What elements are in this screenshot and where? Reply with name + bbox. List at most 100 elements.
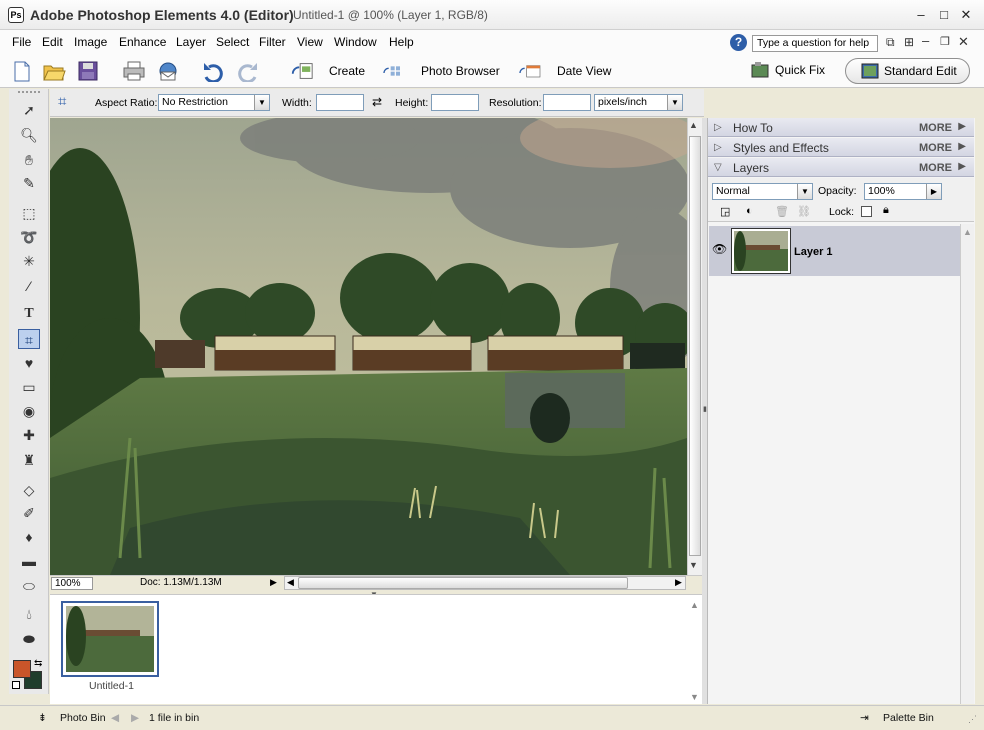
menu-file[interactable]: File [12, 35, 31, 49]
default-colors-icon[interactable] [12, 681, 20, 689]
help-icon[interactable]: ? [730, 34, 747, 51]
menu-layer[interactable]: Layer [176, 35, 206, 49]
opacity-field[interactable]: 100% ▶ [864, 183, 942, 200]
scroll-up-icon[interactable]: ▲ [689, 120, 698, 130]
next-photo-icon[interactable]: ▶ [131, 712, 139, 724]
crop-tool-icon[interactable]: ⌗ [18, 329, 40, 349]
sponge-tool-icon[interactable]: ⬬ [18, 629, 40, 649]
open-folder-icon[interactable] [42, 60, 66, 82]
toolbox-grip[interactable] [18, 91, 40, 94]
menu-enhance[interactable]: Enhance [119, 35, 166, 49]
minimize-button[interactable]: – [913, 7, 929, 23]
menu-filter[interactable]: Filter [259, 35, 286, 49]
layers-scrollbar[interactable]: ▲ [960, 224, 974, 704]
eraser-tool-icon[interactable]: ◇ [18, 480, 40, 500]
doc-minimize-icon[interactable]: – [922, 33, 929, 48]
menu-image[interactable]: Image [74, 35, 107, 49]
create-button[interactable]: Create [329, 64, 365, 78]
lock-transparency-icon[interactable] [861, 206, 872, 217]
link-layers-icon[interactable]: ⛓︎ [797, 205, 811, 218]
resize-grip-icon[interactable]: ⋰ [968, 714, 977, 725]
palette-bin-label[interactable]: Palette Bin [883, 712, 934, 724]
layer-name[interactable]: Layer 1 [794, 246, 833, 258]
opacity-slider-icon[interactable]: ▶ [926, 184, 941, 199]
doc-restore-icon[interactable]: ❐ [940, 35, 950, 48]
how-to-more[interactable]: MORE [919, 122, 952, 134]
paint-bucket-tool-icon[interactable]: ♦ [18, 527, 40, 547]
brush-tool-icon[interactable]: ✐ [18, 503, 40, 523]
maximize-button[interactable]: □ [936, 7, 952, 23]
previous-photo-icon[interactable]: ◀ [111, 712, 119, 724]
layers-palette-header[interactable]: ▽ Layers MORE ▶ [708, 158, 974, 177]
styles-effects-more[interactable]: MORE [919, 142, 952, 154]
selection-brush-tool-icon[interactable]: ⁄ [18, 276, 40, 296]
zoom-field[interactable]: 100% [51, 577, 93, 590]
date-view-button[interactable]: Date View [557, 64, 611, 78]
tile-icon[interactable]: ⊞ [904, 35, 914, 49]
palette-bin-toggle-icon[interactable]: ⇥ [860, 712, 869, 724]
styles-effects-palette-header[interactable]: ▷ Styles and Effects MORE ▶ [708, 138, 974, 157]
cookie-cutter-tool-icon[interactable]: ♥ [18, 353, 40, 373]
photo-bin-thumbnail[interactable] [61, 601, 159, 677]
shape-tool-icon[interactable]: ⬭ [18, 576, 40, 596]
swap-dimensions-icon[interactable]: ⇄ [372, 95, 382, 109]
photo-bin-label[interactable]: Photo Bin [60, 712, 106, 724]
create-icon[interactable] [290, 60, 314, 82]
image-canvas[interactable] [50, 118, 687, 575]
status-menu-icon[interactable]: ▶ [270, 577, 277, 588]
doc-close-icon[interactable]: ✕ [958, 34, 969, 50]
aspect-ratio-select[interactable]: No Restriction ▼ [158, 94, 270, 111]
hand-tool-icon[interactable]: ✋︎ [18, 150, 40, 170]
adjustment-layer-icon[interactable]: ◐ [746, 205, 753, 217]
redo-icon[interactable] [236, 60, 260, 82]
scroll-left-icon[interactable]: ◀ [287, 577, 294, 588]
canvas-vscroll-thumb[interactable] [689, 136, 701, 556]
blend-mode-select[interactable]: Normal ▼ [712, 183, 813, 200]
canvas-vertical-scrollbar[interactable]: ▲ ▼ [687, 118, 702, 575]
photo-browser-button[interactable]: Photo Browser [421, 64, 500, 78]
gradient-tool-icon[interactable]: ▬ [18, 551, 40, 571]
magic-wand-tool-icon[interactable]: ✳ [18, 251, 40, 271]
new-layer-icon[interactable]: ◲ [720, 205, 730, 218]
height-input[interactable] [431, 94, 479, 111]
eye-visibility-icon[interactable]: 👁︎ [712, 242, 727, 256]
scroll-down-icon[interactable]: ▼ [689, 560, 698, 570]
lock-all-icon[interactable]: 🔒︎ [883, 204, 889, 217]
healing-brush-tool-icon[interactable]: ✚ [18, 425, 40, 445]
print-icon[interactable] [122, 60, 146, 82]
save-disk-icon[interactable] [76, 60, 100, 82]
move-tool-icon[interactable]: ➚ [18, 100, 40, 120]
layers-more[interactable]: MORE [919, 162, 952, 174]
bin-scroll-down-icon[interactable]: ▼ [690, 692, 699, 702]
clone-stamp-tool-icon[interactable]: ♜ [18, 450, 40, 470]
menu-window[interactable]: Window [334, 35, 377, 49]
help-search-input[interactable]: Type a question for help [752, 35, 878, 52]
scroll-right-icon[interactable]: ▶ [675, 577, 682, 588]
menu-help[interactable]: Help [389, 35, 414, 49]
new-file-icon[interactable] [10, 60, 34, 82]
zoom-tool-icon[interactable]: 🔍︎ [18, 125, 40, 145]
photo-browser-icon[interactable] [382, 60, 406, 82]
delete-layer-icon[interactable]: 🗑︎ [775, 205, 789, 218]
resolution-unit-select[interactable]: pixels/inch ▼ [594, 94, 683, 111]
bin-toggle-icon[interactable]: ⇟ [38, 712, 47, 724]
lasso-tool-icon[interactable]: ➰ [18, 227, 40, 247]
width-input[interactable] [316, 94, 364, 111]
bin-scroll-up-icon[interactable]: ▲ [690, 600, 699, 610]
foreground-color-front[interactable] [13, 660, 31, 678]
resolution-input[interactable] [543, 94, 591, 111]
crop-options-icon[interactable]: ⌗ [58, 93, 66, 110]
close-button[interactable]: ✕ [958, 7, 974, 23]
menu-edit[interactable]: Edit [42, 35, 63, 49]
straighten-tool-icon[interactable]: ▭ [18, 377, 40, 397]
standard-edit-button[interactable]: Standard Edit [845, 58, 970, 84]
eyedropper-tool-icon[interactable]: ✎ [18, 173, 40, 193]
quick-fix-button[interactable]: Quick Fix [738, 58, 838, 84]
menu-select[interactable]: Select [216, 35, 249, 49]
blur-tool-icon[interactable]: 💧︎ [18, 604, 40, 624]
swap-colors-icon[interactable]: ⇆ [34, 658, 42, 669]
undo-icon[interactable] [201, 60, 225, 82]
marquee-tool-icon[interactable]: ⬚ [18, 203, 40, 223]
layer-thumbnail[interactable] [731, 228, 791, 274]
email-globe-icon[interactable] [156, 60, 180, 82]
